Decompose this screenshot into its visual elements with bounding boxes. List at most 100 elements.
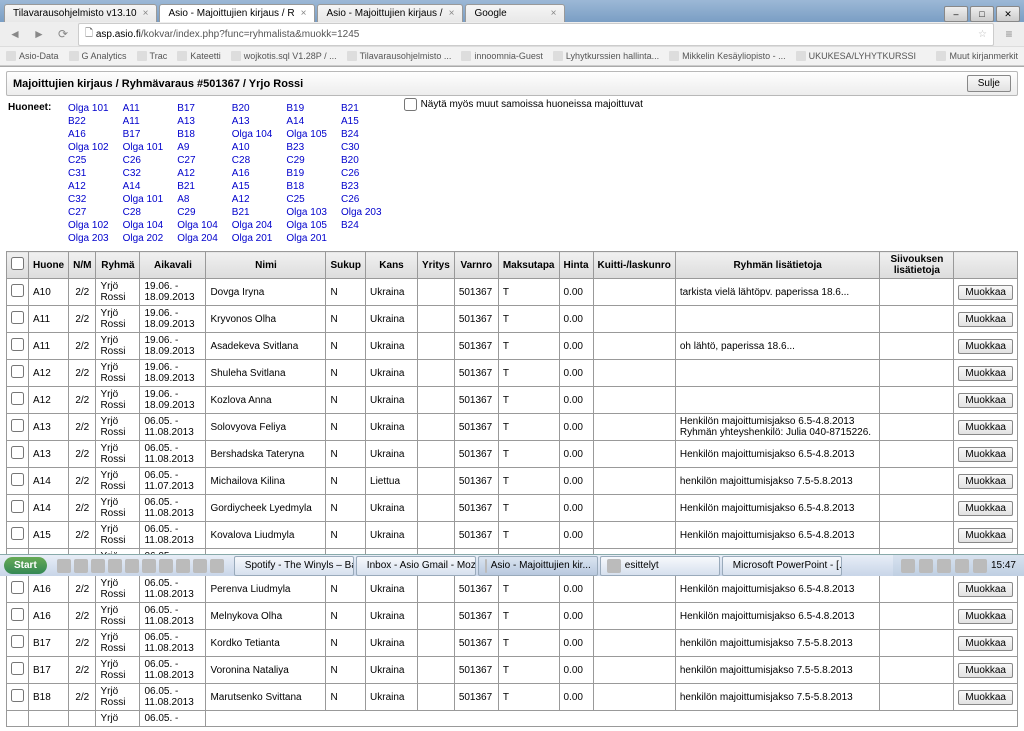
room-link[interactable]: C32: [68, 193, 109, 206]
bookmark-item[interactable]: Mikkelin Kesäyliopisto - ...: [669, 51, 786, 61]
room-link[interactable]: B19: [286, 167, 327, 180]
row-checkbox[interactable]: [11, 635, 24, 648]
room-link[interactable]: Olga 104: [177, 219, 218, 232]
taskbar-item[interactable]: esittelyt: [600, 556, 720, 576]
room-link[interactable]: B23: [286, 141, 327, 154]
edit-button[interactable]: Muokkaa: [958, 447, 1013, 462]
room-link[interactable]: Olga 203: [68, 232, 109, 245]
edit-button[interactable]: Muokkaa: [958, 528, 1013, 543]
th-nimi[interactable]: Nimi: [206, 252, 326, 279]
room-link[interactable]: C26: [123, 154, 164, 167]
select-all-checkbox[interactable]: [11, 257, 24, 270]
room-link[interactable]: A11: [123, 115, 164, 128]
th-kuitti[interactable]: Kuitti-/laskunro: [593, 252, 675, 279]
room-link[interactable]: C27: [68, 206, 109, 219]
tray-icon[interactable]: [973, 559, 987, 573]
tab-close-icon[interactable]: ×: [295, 8, 307, 19]
tray-icon[interactable]: [937, 559, 951, 573]
bookmark-item[interactable]: UKUKESA/LYHYTKURSSI: [796, 51, 916, 61]
browser-tab[interactable]: Google×: [465, 4, 565, 22]
room-link[interactable]: Olga 204: [232, 219, 273, 232]
close-button[interactable]: ✕: [996, 6, 1020, 22]
ql-icon[interactable]: [210, 559, 224, 573]
bookmark-item[interactable]: Asio-Data: [6, 51, 59, 61]
room-link[interactable]: Olga 101: [123, 193, 164, 206]
room-link[interactable]: B23: [341, 180, 382, 193]
row-checkbox[interactable]: [11, 365, 24, 378]
th-sukup[interactable]: Sukup: [326, 252, 366, 279]
tab-close-icon[interactable]: ×: [137, 8, 149, 19]
room-link[interactable]: C27: [177, 154, 218, 167]
th-siiv[interactable]: Siivouksen lisätietoja: [880, 252, 954, 279]
th-kans[interactable]: Kans: [366, 252, 418, 279]
room-link[interactable]: B18: [286, 180, 327, 193]
room-link[interactable]: C26: [341, 167, 382, 180]
room-link[interactable]: Olga 201: [232, 232, 273, 245]
room-link[interactable]: Olga 101: [123, 141, 164, 154]
room-link[interactable]: B19: [286, 102, 327, 115]
th-nm[interactable]: N/M: [69, 252, 96, 279]
edit-button[interactable]: Muokkaa: [958, 366, 1013, 381]
row-checkbox[interactable]: [11, 284, 24, 297]
row-checkbox[interactable]: [11, 689, 24, 702]
th-varnro[interactable]: Varnro: [454, 252, 498, 279]
room-link[interactable]: Olga 104: [123, 219, 164, 232]
bookmark-item[interactable]: Lyhytkurssien hallinta...: [553, 51, 659, 61]
room-link[interactable]: Olga 101: [68, 102, 109, 115]
bookmark-item[interactable]: Tilavarausohjelmisto ...: [347, 51, 452, 61]
edit-button[interactable]: Muokkaa: [958, 582, 1013, 597]
room-link[interactable]: B17: [123, 128, 164, 141]
clock[interactable]: 15:47: [991, 560, 1016, 571]
edit-button[interactable]: Muokkaa: [958, 420, 1013, 435]
show-others-checkbox[interactable]: [404, 98, 417, 111]
room-link[interactable]: Olga 104: [232, 128, 273, 141]
ql-icon[interactable]: [91, 559, 105, 573]
room-link[interactable]: B21: [177, 180, 218, 193]
th-maksu[interactable]: Maksutapa: [498, 252, 559, 279]
edit-button[interactable]: Muokkaa: [958, 339, 1013, 354]
room-link[interactable]: A8: [177, 193, 218, 206]
th-yritys[interactable]: Yritys: [418, 252, 455, 279]
row-checkbox[interactable]: [11, 446, 24, 459]
edit-button[interactable]: Muokkaa: [958, 690, 1013, 705]
edit-button[interactable]: Muokkaa: [958, 501, 1013, 516]
th-info[interactable]: Ryhmän lisätietoja: [675, 252, 880, 279]
menu-button[interactable]: ≡: [1000, 25, 1018, 43]
minimize-button[interactable]: –: [944, 6, 968, 22]
start-button[interactable]: Start: [4, 557, 47, 574]
room-link[interactable]: B20: [341, 154, 382, 167]
edit-button[interactable]: Muokkaa: [958, 393, 1013, 408]
room-link[interactable]: A16: [232, 167, 273, 180]
room-link[interactable]: Olga 204: [177, 232, 218, 245]
row-checkbox[interactable]: [11, 527, 24, 540]
th-hinta[interactable]: Hinta: [559, 252, 593, 279]
room-link[interactable]: B17: [177, 102, 218, 115]
forward-button[interactable]: ►: [30, 25, 48, 43]
room-link[interactable]: C29: [177, 206, 218, 219]
room-link[interactable]: C32: [123, 167, 164, 180]
ql-icon[interactable]: [176, 559, 190, 573]
edit-button[interactable]: Muokkaa: [958, 609, 1013, 624]
ql-icon[interactable]: [57, 559, 71, 573]
room-link[interactable]: Olga 103: [286, 206, 327, 219]
room-link[interactable]: C26: [341, 193, 382, 206]
maximize-button[interactable]: □: [970, 6, 994, 22]
row-checkbox[interactable]: [11, 500, 24, 513]
room-link[interactable]: Olga 105: [286, 128, 327, 141]
close-page-button[interactable]: Sulje: [967, 75, 1011, 92]
edit-button[interactable]: Muokkaa: [958, 636, 1013, 651]
ql-icon[interactable]: [108, 559, 122, 573]
room-link[interactable]: A10: [232, 141, 273, 154]
room-link[interactable]: Olga 102: [68, 141, 109, 154]
room-link[interactable]: A14: [123, 180, 164, 193]
taskbar-item[interactable]: Microsoft PowerPoint - [...: [722, 556, 842, 576]
room-link[interactable]: B24: [341, 128, 382, 141]
room-link[interactable]: B21: [341, 102, 382, 115]
room-link[interactable]: B20: [232, 102, 273, 115]
browser-tab[interactable]: Tilavarausohjelmisto v13.10×: [4, 4, 157, 22]
edit-button[interactable]: Muokkaa: [958, 663, 1013, 678]
th-aika[interactable]: Aikavali: [140, 252, 206, 279]
ql-icon[interactable]: [142, 559, 156, 573]
ql-icon[interactable]: [159, 559, 173, 573]
room-link[interactable]: A14: [286, 115, 327, 128]
